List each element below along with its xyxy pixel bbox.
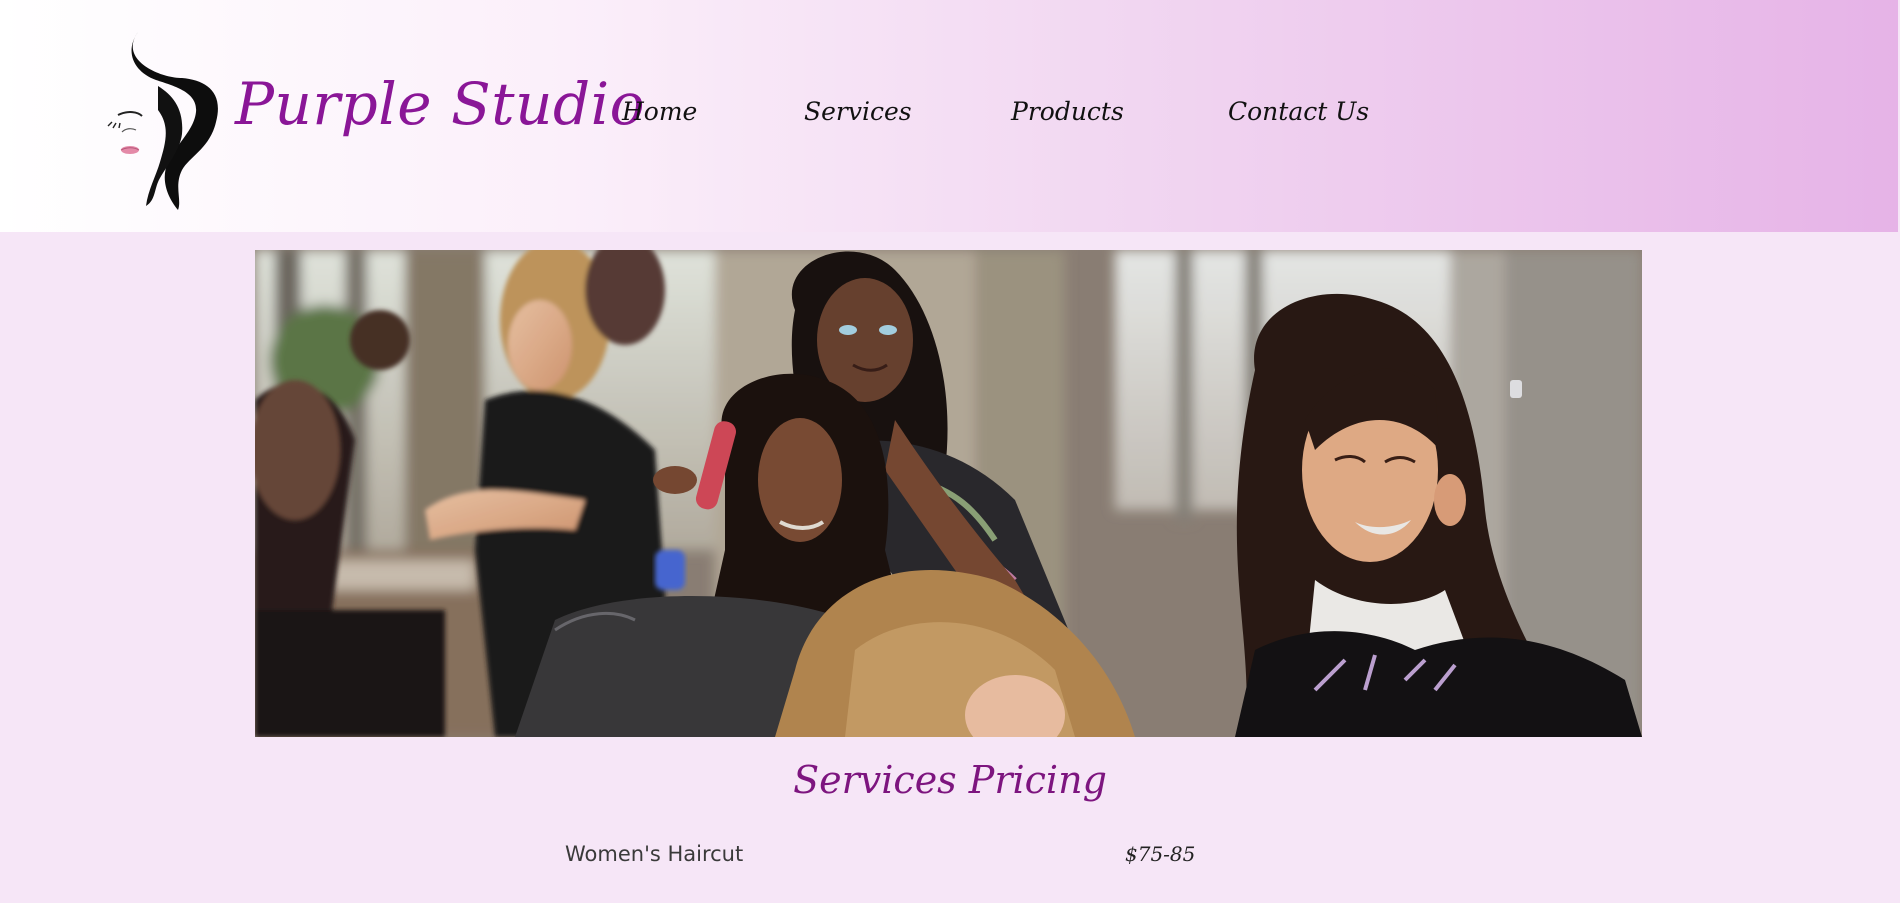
woman-silhouette-logo-icon[interactable] (98, 30, 228, 215)
site-header: Purple Studio Home Services Products Con… (0, 0, 1898, 232)
services-pricing-title: Services Pricing (793, 758, 1107, 802)
nav-contact-us[interactable]: Contact Us (1228, 97, 1369, 126)
service-name: Women's Haircut (565, 842, 744, 866)
brand-name[interactable]: Purple Studio (235, 70, 645, 138)
hero-image (255, 250, 1642, 737)
nav-products[interactable]: Products (1011, 97, 1124, 126)
nav-home[interactable]: Home (622, 97, 697, 126)
nav-services[interactable]: Services (804, 97, 912, 126)
service-price: $75-85 (1125, 842, 1196, 866)
